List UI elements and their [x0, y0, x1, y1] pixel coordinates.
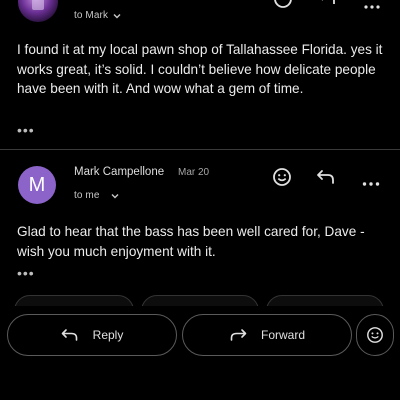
forward-icon: [230, 329, 247, 341]
add-reaction-button[interactable]: [356, 314, 394, 356]
reply-icon: [61, 329, 77, 341]
sender-name: Mark Campellone: [74, 166, 165, 178]
emoji-icon: [274, 0, 292, 8]
forward-label: Forward: [260, 328, 305, 342]
add-reaction-icon: [367, 327, 383, 343]
more-options-button-1[interactable]: [364, 0, 380, 9]
reply-label: Reply: [92, 328, 124, 342]
sender-avatar-photo[interactable]: [18, 0, 58, 22]
emoji-icon: [273, 168, 291, 186]
recipients-toggle[interactable]: to Mark: [74, 10, 122, 21]
more-vert-icon: [362, 182, 380, 186]
more-vert-icon: [364, 5, 380, 9]
show-trimmed-content-2[interactable]: •••: [17, 265, 35, 281]
chevron-down-icon: [111, 193, 119, 198]
show-trimmed-content-1[interactable]: •••: [17, 122, 35, 138]
add-reaction-button-1[interactable]: [272, 0, 294, 10]
reply-button-1[interactable]: [316, 0, 338, 6]
recipients-label: to Mark: [74, 10, 109, 21]
message-divider: [0, 149, 400, 150]
message-body-1: I found it at my local pawn shop of Tall…: [17, 42, 383, 96]
reply-button[interactable]: Reply: [7, 314, 177, 356]
recipients-label-2: to me: [74, 190, 100, 201]
message-date: Mar 20: [178, 167, 210, 178]
more-options-button-2[interactable]: [362, 174, 380, 186]
recipients-toggle-2[interactable]: to me: [74, 190, 120, 201]
reply-icon: [321, 0, 335, 4]
forward-button[interactable]: Forward: [182, 314, 352, 356]
add-reaction-button-2[interactable]: [271, 166, 293, 188]
reply-button-2[interactable]: [315, 168, 337, 186]
reply-icon: [317, 170, 334, 184]
message-body-2: Glad to hear that the bass has been well…: [17, 224, 365, 259]
chevron-down-icon: [113, 13, 121, 18]
sender-avatar[interactable]: M: [18, 166, 56, 204]
